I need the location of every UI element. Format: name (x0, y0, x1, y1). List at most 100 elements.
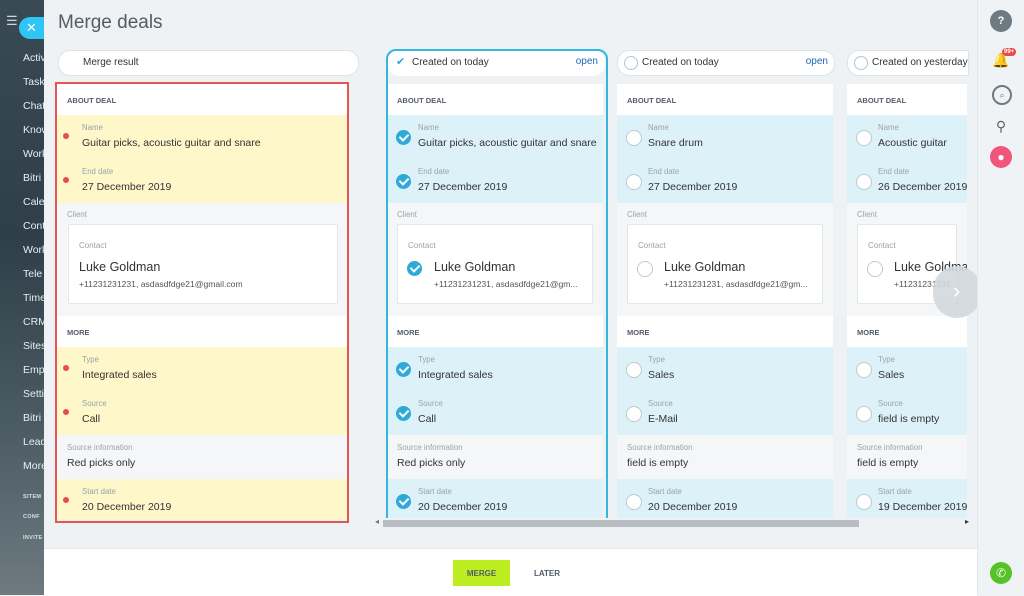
nav-item[interactable]: Sites (23, 340, 44, 352)
nav-item[interactable]: Emp (23, 364, 44, 376)
nav-item[interactable]: Lead (23, 436, 44, 448)
scroll-left-icon[interactable]: ◂ (375, 517, 379, 526)
merge-slider: Merge deals Merge result ✔ Created on to… (44, 0, 981, 596)
deal-source-info-field[interactable]: Source information field is empty (847, 435, 967, 479)
deal-end-date-field[interactable]: End date 27 December 2019 (617, 159, 833, 203)
checked-icon[interactable] (396, 130, 411, 145)
later-button[interactable]: LATER (524, 560, 570, 586)
radio-icon[interactable] (624, 56, 638, 70)
nav-item[interactable]: Work (23, 244, 44, 256)
deal-name-field[interactable]: Name Acoustic guitar (847, 115, 967, 159)
deal-name-field[interactable]: Name Snare drum (617, 115, 833, 159)
nav-item[interactable]: Setti (23, 388, 44, 400)
deal-source-field[interactable]: Source E-Mail (617, 391, 833, 435)
deal-source-field[interactable]: Source field is empty (847, 391, 967, 435)
contact-phone: +11231231231, asdasdfdge21@gm... (664, 279, 808, 289)
phone-icon[interactable]: ✆ (990, 562, 1012, 584)
radio-icon[interactable] (626, 130, 642, 146)
column-header-3[interactable]: Created on yesterday (847, 50, 969, 76)
radio-icon[interactable] (626, 174, 642, 190)
search-icon[interactable]: ⚲ (990, 115, 1012, 137)
nav-item[interactable]: Work (23, 148, 44, 160)
radio-icon[interactable] (637, 261, 653, 277)
close-icon[interactable]: ✕ (19, 17, 44, 39)
right-toolbar: ? 🔔 99+ ⌕ ⚲ ● ✆ (977, 0, 1024, 595)
radio-icon[interactable] (867, 261, 883, 277)
radio-icon[interactable] (856, 494, 872, 510)
merge-result-header: Merge result (58, 50, 359, 76)
nav-item[interactable]: Chat (23, 100, 44, 112)
deal-client: Client Contact Luke Goldman +11231231231… (617, 203, 833, 316)
deal-source-info-field[interactable]: Source information field is empty (617, 435, 833, 479)
scroll-right-icon[interactable]: ▸ (965, 517, 969, 526)
radio-icon[interactable] (856, 406, 872, 422)
nav-item[interactable]: Know (23, 124, 44, 136)
merge-result-frame (55, 82, 349, 523)
deal-column-1: ABOUT DEAL Name Guitar picks, acoustic gui… (387, 84, 603, 520)
radio-icon[interactable] (626, 362, 642, 378)
notification-badge: 99+ (1002, 48, 1017, 56)
deal-start-date-field[interactable]: Start date 19 December 2019 (847, 479, 967, 520)
deal-start-date-field[interactable]: Start date 20 December 2019 (617, 479, 833, 520)
nav-item[interactable]: Time (23, 292, 44, 304)
chat-search-icon[interactable]: ⌕ (992, 85, 1012, 105)
deal-column-2: ABOUT DEAL Name Snare drum End date 27 Decem… (617, 84, 833, 520)
footer: MERGE LATER (44, 548, 977, 596)
checked-icon[interactable] (407, 261, 422, 276)
deal-type-field[interactable]: Type Integrated sales (387, 347, 603, 391)
checked-icon[interactable] (396, 174, 411, 189)
column-header-1[interactable]: ✔ Created on today open (387, 50, 605, 76)
deal-end-date-field[interactable]: End date 26 December 2019 (847, 159, 967, 203)
deal-start-date-field[interactable]: Start date 20 December 2019 (387, 479, 603, 520)
contact-card[interactable]: Contact Luke Goldman +11231231231, asdas… (397, 224, 593, 304)
deal-client: Client Contact Luke Goldman +11231231231… (387, 203, 603, 316)
deal-type-field[interactable]: Type Sales (847, 347, 967, 391)
checked-icon[interactable] (396, 494, 411, 509)
radio-icon[interactable] (856, 174, 872, 190)
merge-button[interactable]: MERGE (453, 560, 510, 586)
nav-small-item[interactable]: CONF (23, 514, 40, 520)
help-icon[interactable]: ? (990, 10, 1012, 32)
nav-item[interactable]: Cale (23, 196, 44, 208)
radio-icon[interactable] (854, 56, 868, 70)
contact-card[interactable]: Contact Luke Goldman +11231231231, asdas… (627, 224, 823, 304)
checked-icon[interactable] (396, 362, 411, 377)
deal-source-info-field[interactable]: Source information Red picks only (387, 435, 603, 479)
scrollbar-thumb[interactable] (383, 520, 859, 527)
horizontal-scrollbar[interactable]: ◂ ▸ (374, 517, 970, 529)
radio-icon[interactable] (856, 130, 872, 146)
nav-item[interactable]: Activ (23, 52, 44, 64)
column-label: Created on yesterday (872, 57, 968, 68)
contact-name: Luke Goldman (434, 260, 516, 274)
nav-small-item[interactable]: INVITE (23, 535, 43, 541)
nav-item[interactable]: CRM (23, 316, 44, 328)
nav-item[interactable]: Bitri (23, 412, 41, 424)
nav-item[interactable]: Task (23, 76, 44, 88)
nav-item[interactable]: Bitri (23, 172, 41, 184)
nav-small-item[interactable]: SITEM (23, 494, 41, 500)
page-title: Merge deals (58, 12, 163, 33)
section-about-deal: ABOUT DEAL (617, 84, 833, 115)
deal-end-date-field[interactable]: End date 27 December 2019 (387, 159, 603, 203)
section-about-deal: ABOUT DEAL (387, 84, 603, 115)
menu-icon[interactable]: ☰ (6, 14, 18, 27)
chevron-right-icon[interactable]: › (933, 266, 981, 318)
open-link[interactable]: open (576, 56, 598, 67)
deal-name-field[interactable]: Name Guitar picks, acoustic guitar and sn… (387, 115, 603, 159)
column-header-2[interactable]: Created on today open (617, 50, 835, 76)
deal-type-field[interactable]: Type Sales (617, 347, 833, 391)
radio-icon[interactable] (626, 494, 642, 510)
open-link[interactable]: open (806, 56, 828, 67)
deal-source-field[interactable]: Source Call (387, 391, 603, 435)
nav-item[interactable]: Tele (23, 268, 42, 280)
contact-name: Luke Goldman (664, 260, 746, 274)
nav-item[interactable]: More (23, 460, 44, 472)
check-icon: ✔ (396, 56, 406, 68)
user-avatar-icon[interactable]: ● (990, 146, 1012, 168)
checked-icon[interactable] (396, 406, 411, 421)
radio-icon[interactable] (626, 406, 642, 422)
nav-item[interactable]: Cont (23, 220, 44, 232)
radio-icon[interactable] (856, 362, 872, 378)
section-more: MORE (387, 316, 603, 347)
contact-phone: +11231231231, asdasdfdge21@gm... (434, 279, 578, 289)
